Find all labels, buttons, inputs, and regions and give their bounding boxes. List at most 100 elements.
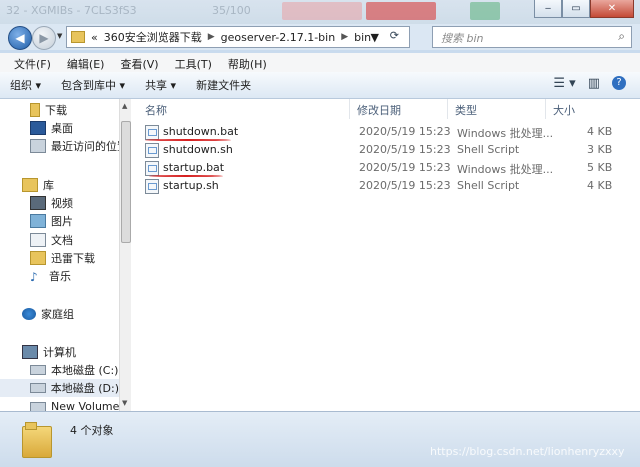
chevron-right-icon[interactable]: ▶	[208, 32, 215, 42]
nav-item-library[interactable]: 库	[22, 177, 54, 193]
navigation-pane: 下载 桌面 最近访问的位置 库 视频 图片 文档 迅雷下载 ♪ 音乐 家庭组 计…	[0, 99, 130, 411]
file-size: 3 KB	[587, 143, 613, 156]
red-underline-annotation	[145, 139, 231, 141]
search-icon[interactable]: ⌕	[618, 29, 625, 44]
search-placeholder: 搜索 bin	[441, 32, 484, 45]
nav-item-video[interactable]: 视频	[30, 195, 73, 211]
nav-item-disk-d[interactable]: 本地磁盘 (D:)	[0, 379, 119, 397]
breadcrumb-overflow[interactable]: «	[91, 31, 98, 44]
column-divider[interactable]	[349, 99, 350, 119]
nav-item-computer[interactable]: 计算机	[22, 344, 76, 360]
nav-item-pictures[interactable]: 图片	[30, 213, 73, 229]
drive-icon	[30, 401, 46, 411]
new-folder-button[interactable]: 新建文件夹	[186, 77, 261, 93]
background-button	[282, 2, 362, 20]
nav-item-recent[interactable]: 最近访问的位置	[30, 138, 128, 154]
breadcrumb-item[interactable]: geoserver-2.17.1-bin	[221, 31, 336, 44]
file-size: 4 KB	[587, 179, 613, 192]
nav-item-music[interactable]: ♪ 音乐	[30, 268, 71, 284]
address-row: ◀ ▶ ▼ « 360安全浏览器下载 ▶ geoserver-2.17.1-bi…	[0, 24, 640, 50]
address-bar[interactable]: « 360安全浏览器下载 ▶ geoserver-2.17.1-bin ▶ bi…	[66, 26, 410, 48]
nav-label: 本地磁盘 (D:)	[50, 382, 119, 395]
nav-label: 视频	[51, 197, 73, 210]
column-header-name[interactable]: 名称	[145, 99, 167, 120]
refresh-icon[interactable]: ⟳	[390, 29, 399, 42]
file-row[interactable]: startup.sh 2020/5/19 15:23 Shell Script …	[141, 177, 613, 194]
maximize-button[interactable]: ▭	[562, 0, 590, 18]
item-count: 4 个对象	[70, 424, 114, 437]
nav-item-new-volume[interactable]: New Volume (	[30, 400, 127, 411]
background-text: 35/100	[212, 4, 251, 17]
command-bar: 组织 ▾ 包含到库中 ▾ 共享 ▾ 新建文件夹 ☰ ▾ ▥ ?	[0, 72, 640, 99]
desktop-icon	[30, 121, 46, 135]
file-row[interactable]: shutdown.bat 2020/5/19 15:23 Windows 批处理…	[141, 123, 612, 140]
nav-label: New Volume (	[51, 400, 128, 411]
details-pane: 4 个对象 https://blog.csdn.net/lionhenryzxx…	[0, 411, 640, 467]
nav-item-desktop[interactable]: 桌面	[30, 120, 73, 136]
nav-label: 计算机	[43, 346, 76, 359]
file-type: Windows 批处理...	[457, 163, 554, 176]
nav-item-thunder[interactable]: 迅雷下载	[30, 250, 95, 266]
menu-help[interactable]: 帮助(H)	[220, 53, 275, 72]
music-icon: ♪	[30, 270, 38, 284]
nav-item-disk-c[interactable]: 本地磁盘 (C:)	[30, 362, 118, 378]
chevron-right-icon[interactable]: ▶	[341, 32, 348, 42]
close-button[interactable]: ✕	[590, 0, 634, 18]
nav-item-documents[interactable]: 文档	[30, 232, 73, 248]
folder-icon	[30, 251, 46, 265]
column-header-modified[interactable]: 修改日期	[357, 99, 401, 120]
search-input[interactable]: 搜索 bin ⌕	[432, 26, 632, 48]
red-underline-annotation	[149, 175, 223, 177]
batch-file-icon	[145, 125, 159, 140]
file-row[interactable]: startup.bat 2020/5/19 15:23 Windows 批处理.…	[141, 159, 612, 176]
breadcrumb-item[interactable]: bin	[354, 31, 371, 44]
scroll-down-icon[interactable]: ▼	[122, 399, 127, 407]
file-modified: 2020/5/19 15:23	[359, 143, 451, 156]
background-text: 32 - XGMIBs - 7CLS3fS3	[6, 4, 137, 17]
menu-file[interactable]: 文件(F)	[6, 53, 59, 72]
background-button	[366, 2, 436, 20]
column-divider[interactable]	[545, 99, 546, 119]
back-button[interactable]: ◀	[8, 26, 32, 50]
nav-label: 文档	[51, 234, 73, 247]
library-icon	[22, 178, 38, 192]
recent-places-icon	[30, 139, 46, 153]
scroll-up-icon[interactable]: ▲	[122, 102, 127, 110]
drive-icon	[30, 383, 46, 393]
share-button[interactable]: 共享 ▾	[135, 77, 186, 93]
watermark: https://blog.csdn.net/lionhenryzxxy	[430, 445, 625, 458]
column-divider[interactable]	[447, 99, 448, 119]
column-header-type[interactable]: 类型	[455, 99, 477, 120]
preview-pane-icon[interactable]: ▥	[588, 76, 600, 91]
organize-button[interactable]: 组织 ▾	[0, 77, 51, 93]
address-dropdown-icon[interactable]: ▼	[371, 31, 379, 44]
breadcrumb-item[interactable]: 360安全浏览器下载	[104, 29, 202, 45]
drive-icon	[30, 365, 46, 375]
scroll-thumb[interactable]	[121, 121, 131, 243]
menu-bar: 文件(F) 编辑(E) 查看(V) 工具(T) 帮助(H)	[0, 53, 640, 72]
menu-tools[interactable]: 工具(T)	[167, 53, 220, 72]
menu-view[interactable]: 查看(V)	[112, 53, 166, 72]
menu-edit[interactable]: 编辑(E)	[59, 53, 113, 72]
nav-label: 音乐	[49, 270, 71, 283]
file-type: Shell Script	[457, 179, 520, 192]
file-type: Shell Script	[457, 143, 520, 156]
file-modified: 2020/5/19 15:23	[359, 161, 451, 174]
folder-icon	[22, 422, 52, 458]
help-icon[interactable]: ?	[612, 76, 626, 90]
nav-item-homegroup[interactable]: 家庭组	[22, 306, 74, 322]
file-row[interactable]: shutdown.sh 2020/5/19 15:23 Shell Script…	[141, 141, 613, 158]
nav-scrollbar[interactable]: ▲ ▼	[119, 99, 131, 411]
view-options-icon[interactable]: ☰ ▾	[553, 76, 575, 91]
file-modified: 2020/5/19 15:23	[359, 179, 451, 192]
history-dropdown-icon[interactable]: ▼	[57, 32, 62, 40]
folder-icon	[30, 103, 40, 117]
include-in-library-button[interactable]: 包含到库中 ▾	[51, 77, 135, 93]
column-header-size[interactable]: 大小	[553, 99, 575, 120]
forward-button[interactable]: ▶	[32, 26, 56, 50]
nav-item-downloads[interactable]: 下载	[30, 102, 67, 118]
file-list: 名称 修改日期 类型 大小 shutdown.bat 2020/5/19 15:…	[131, 99, 640, 411]
minimize-button[interactable]: ‒	[534, 0, 562, 18]
file-name: shutdown.bat	[163, 125, 239, 138]
homegroup-icon	[22, 308, 36, 320]
